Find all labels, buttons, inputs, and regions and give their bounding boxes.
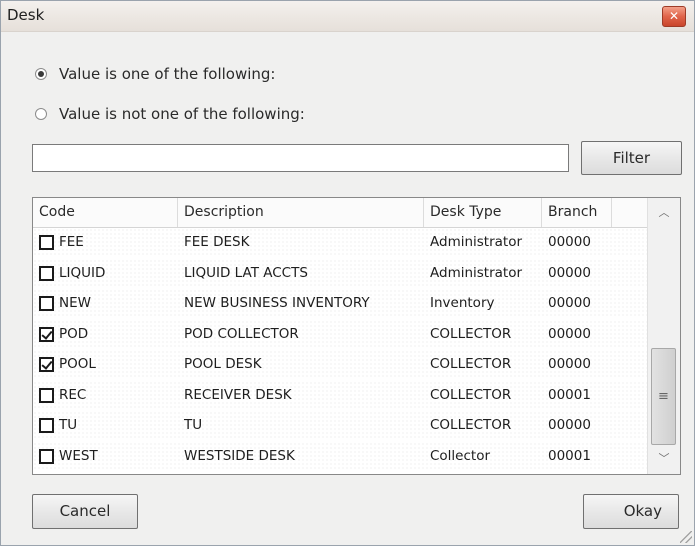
- cell-desk-type: Inventory: [430, 295, 495, 311]
- cell-code: WEST: [33, 442, 178, 471]
- chevron-up-icon[interactable]: ︿: [648, 200, 680, 226]
- cell-description: RECEIVER DESK: [184, 386, 292, 403]
- cell-code: FEE: [33, 228, 178, 257]
- cell-description: POD COLLECTOR: [184, 325, 299, 342]
- cell-code: POD: [33, 320, 178, 349]
- cell-code-text: REC: [59, 386, 87, 403]
- cell-code: LIQUID: [33, 259, 178, 288]
- cancel-button[interactable]: Cancel: [32, 494, 138, 529]
- table-header: Code Description Desk Type Branch: [33, 198, 648, 228]
- radio-button-one-of[interactable]: [35, 68, 47, 80]
- cell-code-text: WEST: [59, 447, 98, 464]
- chevron-down-icon[interactable]: ﹀: [648, 446, 680, 472]
- desk-dialog: Desk ✕ Value is one of the following: Va…: [0, 0, 695, 546]
- radio-button-not-one-of[interactable]: [35, 108, 47, 120]
- table-row[interactable]: POOL POOL DESK COLLECTOR 00000: [33, 350, 648, 379]
- cell-description: FEE DESK: [184, 234, 250, 250]
- row-checkbox[interactable]: [39, 265, 54, 281]
- column-header-description[interactable]: Description: [178, 198, 424, 227]
- cell-branch: 00001: [548, 386, 591, 403]
- column-header-empty: [612, 198, 648, 227]
- cell-code-text: NEW: [59, 295, 91, 311]
- cell-description: NEW BUSINESS INVENTORY: [184, 295, 370, 311]
- cell-code-text: TU: [59, 417, 78, 433]
- cell-desk-type: COLLECTOR: [430, 386, 512, 403]
- filter-input[interactable]: [32, 144, 569, 172]
- cell-branch: 00001: [548, 447, 591, 464]
- cell-description: POOL DESK: [184, 356, 262, 372]
- cell-description: TU: [184, 417, 203, 433]
- table-row[interactable]: POD POD COLLECTOR COLLECTOR 00000: [33, 319, 648, 349]
- close-icon: ✕: [668, 9, 680, 23]
- close-button[interactable]: ✕: [662, 6, 686, 27]
- resize-grip-icon[interactable]: [680, 531, 692, 543]
- row-checkbox[interactable]: [39, 296, 54, 311]
- cell-desk-type: COLLECTOR: [430, 417, 512, 433]
- cell-description: WESTSIDE DESK: [184, 447, 295, 464]
- cell-branch: 00000: [548, 417, 591, 433]
- table-row[interactable]: NEW NEW BUSINESS INVENTORY Inventory 00000: [33, 289, 648, 318]
- cell-desk-type: Collector: [430, 447, 491, 464]
- cell-code-text: FEE: [59, 234, 84, 250]
- grip-lines-icon: ≡: [658, 389, 669, 404]
- radio-value-is-not-one-of[interactable]: Value is not one of the following:: [35, 103, 305, 125]
- cell-branch: 00000: [548, 264, 591, 281]
- radio-value-is-one-of[interactable]: Value is one of the following:: [35, 63, 276, 85]
- desk-table: Code Description Desk Type Branch FEE FEE…: [32, 197, 681, 475]
- cell-desk-type: Administrator: [430, 264, 523, 281]
- table-row[interactable]: REC RECEIVER DESK COLLECTOR 00001: [33, 380, 648, 410]
- scroll-thumb[interactable]: ≡: [651, 348, 676, 445]
- window-title: Desk: [7, 6, 45, 24]
- row-checkbox[interactable]: [39, 235, 54, 250]
- row-checkbox[interactable]: [39, 418, 54, 433]
- radio-label-one-of: Value is one of the following:: [59, 65, 276, 83]
- row-checkbox[interactable]: [39, 357, 54, 372]
- cell-branch: 00000: [548, 356, 591, 372]
- table-row[interactable]: LIQUID LIQUID LAT ACCTS Administrator 00000: [33, 258, 648, 288]
- cell-branch: 00000: [548, 295, 591, 311]
- row-checkbox[interactable]: [39, 326, 54, 342]
- vertical-scrollbar[interactable]: ︿ ≡ ﹀: [647, 198, 680, 474]
- filter-button[interactable]: Filter: [581, 141, 682, 175]
- cell-desk-type: COLLECTOR: [430, 325, 512, 342]
- cell-code: POOL: [33, 350, 178, 379]
- cell-code: TU: [33, 411, 178, 440]
- column-header-code[interactable]: Code: [33, 198, 178, 227]
- table-row[interactable]: TU TU COLLECTOR 00000: [33, 411, 648, 440]
- cell-desk-type: COLLECTOR: [430, 356, 512, 372]
- cell-branch: 00000: [548, 325, 591, 342]
- table-row[interactable]: WEST WESTSIDE DESK Collector 00001: [33, 441, 648, 471]
- cell-code-text: POD: [59, 325, 89, 342]
- row-checkbox[interactable]: [39, 387, 54, 403]
- cell-code-text: POOL: [59, 356, 96, 372]
- cell-description: LIQUID LAT ACCTS: [184, 264, 308, 281]
- cell-code: REC: [33, 381, 178, 410]
- column-header-branch[interactable]: Branch: [542, 198, 612, 227]
- title-bar[interactable]: Desk ✕: [1, 1, 694, 32]
- cell-desk-type: Administrator: [430, 234, 523, 250]
- cell-branch: 00000: [548, 234, 591, 250]
- cell-code: NEW: [33, 289, 178, 318]
- table-row[interactable]: FEE FEE DESK Administrator 00000: [33, 228, 648, 257]
- column-header-desk-type[interactable]: Desk Type: [424, 198, 542, 227]
- row-checkbox[interactable]: [39, 448, 54, 464]
- cell-code-text: LIQUID: [59, 264, 106, 281]
- radio-label-not-one-of: Value is not one of the following:: [59, 105, 305, 123]
- okay-button[interactable]: Okay: [583, 494, 679, 529]
